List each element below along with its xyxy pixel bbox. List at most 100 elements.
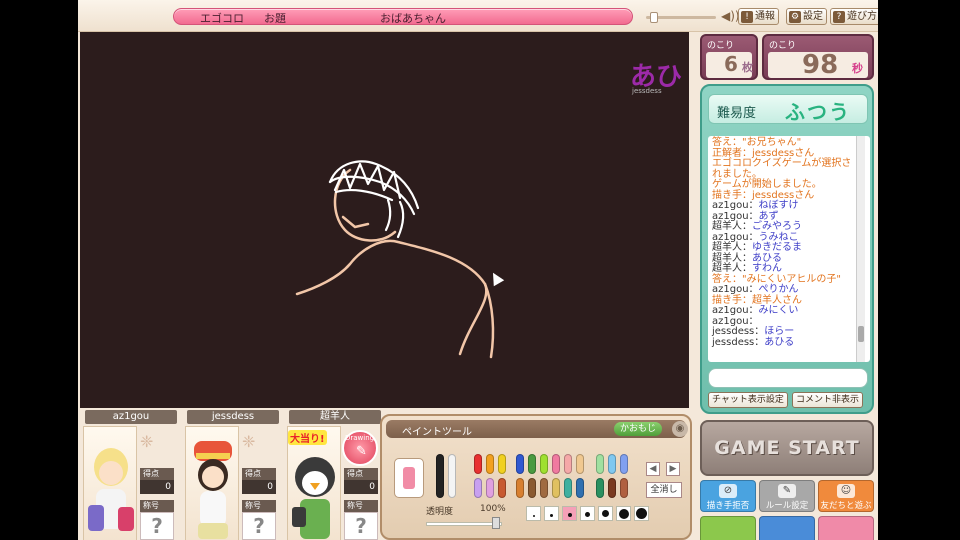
color-pen[interactable] bbox=[498, 454, 506, 474]
brush-size-7[interactable] bbox=[634, 506, 649, 521]
how-to-play-button[interactable]: ? 遊び方 bbox=[830, 8, 878, 25]
player-card[interactable]: az1gou ❈ 得点 0 称号 ? bbox=[80, 410, 180, 540]
game-start-button[interactable]: GAME START bbox=[700, 420, 874, 476]
chat-message: あひる bbox=[752, 252, 782, 264]
player-card[interactable]: jessdess ❈ 得点 0 称号 ? bbox=[182, 410, 282, 540]
drawing-badge: Drawing ✎ bbox=[342, 430, 378, 466]
chat-message: ゆきだるま bbox=[752, 242, 802, 253]
color-pen[interactable] bbox=[448, 454, 456, 498]
brush-size-3[interactable] bbox=[562, 506, 577, 521]
cards-remaining: のこり 6 枚 bbox=[700, 34, 758, 80]
chat-user: 超羊人 bbox=[712, 263, 742, 274]
chat-message: みにくい bbox=[758, 305, 799, 316]
difficulty-label: 難易度 bbox=[717, 106, 757, 121]
prev-palette-button[interactable]: ◀ bbox=[646, 462, 660, 476]
color-pen[interactable] bbox=[564, 454, 572, 474]
player-card[interactable]: 超羊人 大当り! Drawing ✎ 得点 0 称号 ? bbox=[284, 410, 384, 540]
extra-button-3[interactable] bbox=[818, 516, 874, 540]
avatar-figure bbox=[194, 441, 232, 539]
color-pen[interactable] bbox=[498, 478, 506, 498]
eraser-tool[interactable] bbox=[394, 458, 424, 498]
brush-size-5[interactable] bbox=[598, 506, 613, 521]
gear-icon: ⚙ bbox=[789, 10, 801, 23]
app-name: エゴコロ bbox=[200, 12, 244, 25]
chat-line: 超羊人：すわん bbox=[712, 263, 782, 274]
chat-message: ほらー bbox=[764, 326, 795, 337]
color-pen[interactable] bbox=[516, 454, 524, 474]
chat-user: az1gou bbox=[712, 210, 749, 222]
color-pen[interactable] bbox=[436, 454, 444, 498]
cards-remaining-value: 6 bbox=[724, 52, 738, 76]
color-pen[interactable] bbox=[540, 478, 548, 498]
color-pen[interactable] bbox=[620, 454, 628, 474]
color-pen[interactable] bbox=[596, 454, 604, 474]
drawing-badge-label: Drawing bbox=[345, 434, 375, 442]
color-pen[interactable] bbox=[516, 478, 524, 498]
chat-line: ゲームが開始しました。 bbox=[712, 179, 822, 190]
color-pen[interactable] bbox=[576, 478, 584, 498]
rule-settings-button[interactable]: ✎ ルール設定 bbox=[759, 480, 815, 512]
refuse-drawer-button[interactable]: ⊘ 描き手拒否 bbox=[700, 480, 756, 512]
chat-line: jessdess：あひる bbox=[712, 336, 795, 348]
chat-input[interactable] bbox=[708, 368, 868, 388]
chat-user: jessdess bbox=[712, 336, 755, 348]
color-pen[interactable] bbox=[474, 478, 482, 498]
chat-scrollbar[interactable] bbox=[856, 136, 865, 362]
color-pen[interactable] bbox=[474, 454, 482, 474]
chat-message: ねぼすけ bbox=[758, 200, 799, 211]
clear-all-button[interactable]: 全消し bbox=[646, 482, 682, 498]
brush-size-4[interactable] bbox=[580, 506, 595, 521]
chat-settings-button[interactable]: チャット表示設定 bbox=[708, 392, 788, 408]
color-pen[interactable] bbox=[540, 454, 548, 474]
chat-log[interactable]: 答え："お兄ちゃん" 正解者：jessdessさん エゴコロクイズゲームが選択されま… bbox=[708, 136, 870, 362]
report-icon: ! bbox=[741, 10, 753, 23]
chat-line: az1gou：ぺりかん bbox=[712, 284, 799, 295]
chat-panel: 難易度 ふつう 答え："お兄ちゃん" 正解者：jessdessさん エゴコロクイズゲ… bbox=[700, 84, 874, 414]
jackpot-badge: 大当り! bbox=[288, 430, 327, 445]
chat-message: ごみやろう bbox=[752, 221, 802, 232]
color-pen[interactable] bbox=[552, 454, 560, 474]
color-pen[interactable] bbox=[552, 478, 560, 498]
color-pen[interactable] bbox=[528, 478, 536, 498]
paint-tool-title: ペイントツール bbox=[402, 427, 472, 438]
color-pen[interactable] bbox=[528, 454, 536, 474]
hide-comments-button[interactable]: コメント非表示 bbox=[792, 392, 864, 408]
brush-size-1[interactable] bbox=[526, 506, 541, 521]
drawing-canvas[interactable]: あひ jessdess bbox=[80, 32, 689, 408]
chat-scroll-thumb[interactable] bbox=[858, 326, 864, 342]
brush-size-6[interactable] bbox=[616, 506, 631, 521]
settings-button[interactable]: ⚙ 設定 bbox=[786, 8, 827, 25]
speaker-icon[interactable]: ◀)) bbox=[721, 9, 740, 23]
play-with-friends-button[interactable]: ☺ 友だちと遊ぶ bbox=[818, 480, 874, 512]
player-name: 超羊人 bbox=[289, 410, 381, 424]
report-button[interactable]: ! 通報 bbox=[738, 8, 779, 25]
opacity-value: 100% bbox=[480, 504, 506, 514]
color-pen[interactable] bbox=[608, 454, 616, 474]
camera-button[interactable] bbox=[759, 516, 815, 540]
color-pen[interactable] bbox=[486, 478, 494, 498]
minimize-icon[interactable]: ◉ bbox=[672, 421, 688, 437]
pencil-icon: ✎ bbox=[356, 444, 367, 459]
stroke-face bbox=[341, 215, 370, 229]
brush-size-2[interactable] bbox=[544, 506, 559, 521]
next-palette-button[interactable]: ▶ bbox=[666, 462, 680, 476]
avatar bbox=[185, 426, 239, 540]
opacity-knob[interactable] bbox=[492, 517, 500, 529]
volume-knob[interactable] bbox=[650, 12, 658, 23]
chat-user: jessdess bbox=[712, 326, 755, 337]
time-remaining-value: 98 bbox=[802, 50, 839, 80]
volume-slider[interactable] bbox=[646, 11, 716, 23]
color-pen[interactable] bbox=[486, 454, 494, 474]
color-pen[interactable] bbox=[596, 478, 604, 498]
color-pen[interactable] bbox=[564, 478, 572, 498]
player-name: jessdess bbox=[187, 410, 279, 424]
chat-line: 答え："お兄ちゃん" bbox=[712, 137, 802, 148]
extra-button-1[interactable] bbox=[700, 516, 756, 540]
stroke-hair-1 bbox=[328, 160, 420, 210]
kaomoji-button[interactable]: かおもじ bbox=[614, 422, 663, 436]
color-pen[interactable] bbox=[608, 478, 616, 498]
opacity-label: 透明度 bbox=[426, 507, 454, 517]
color-pen[interactable] bbox=[576, 454, 584, 474]
color-pen[interactable] bbox=[620, 478, 628, 498]
opacity-slider[interactable] bbox=[426, 522, 502, 526]
